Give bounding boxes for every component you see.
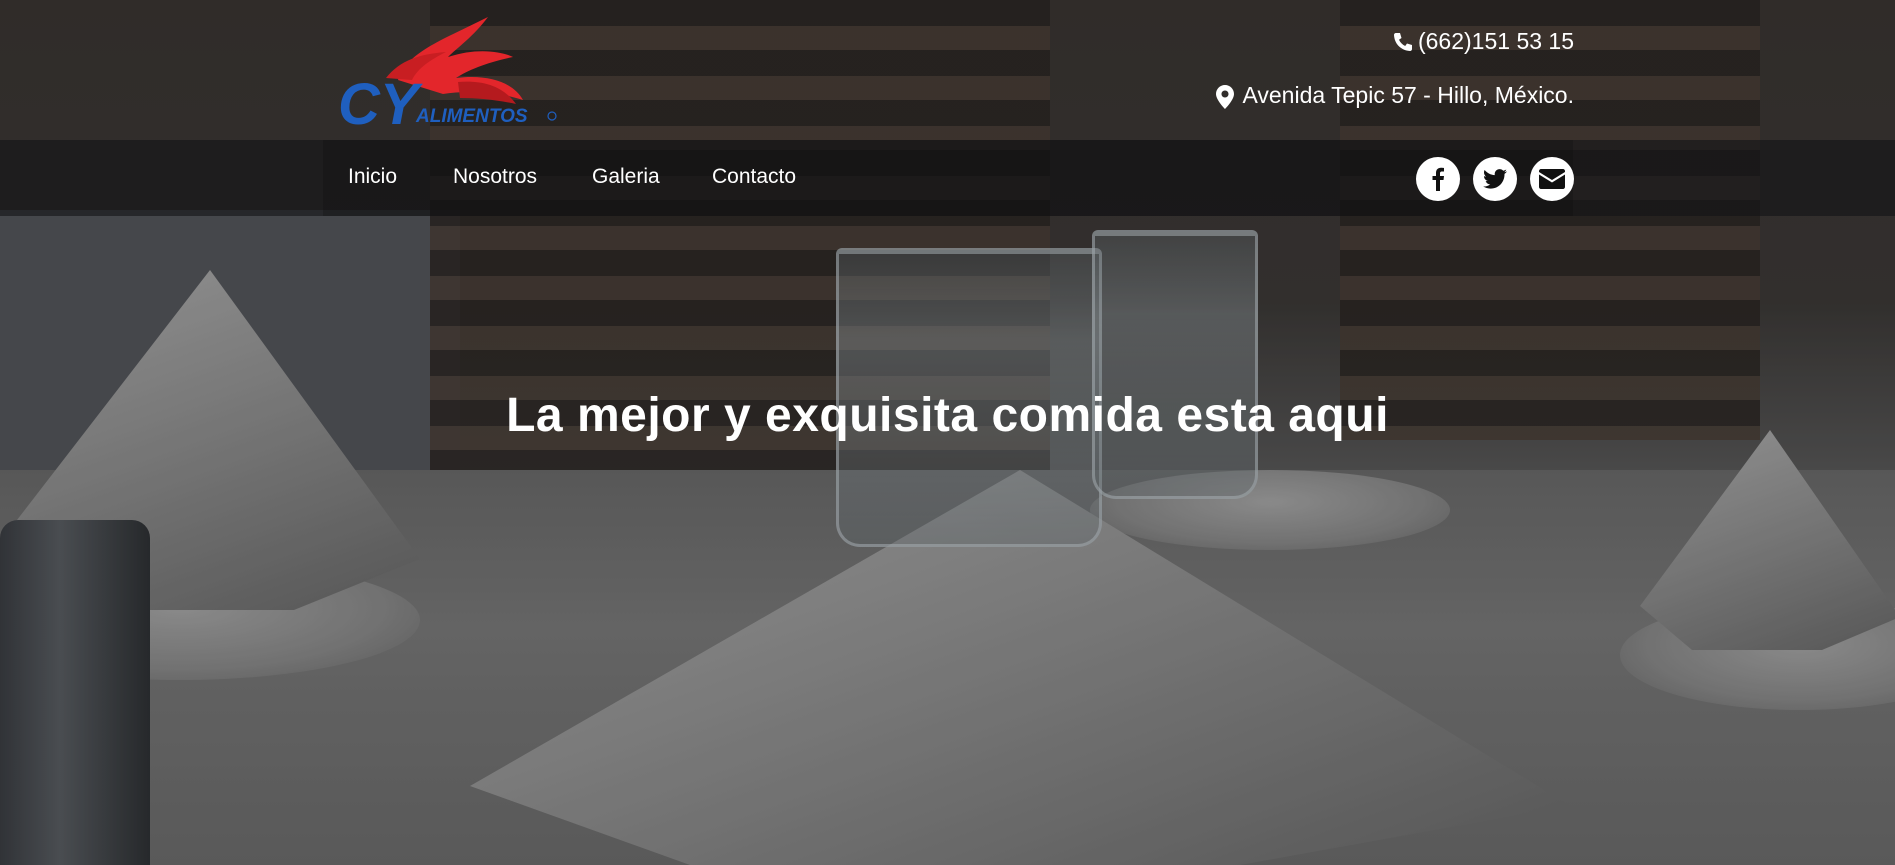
- envelope-icon: [1539, 169, 1565, 189]
- nav-item-inicio[interactable]: Inicio: [348, 165, 397, 189]
- nav-item-galeria[interactable]: Galeria: [592, 165, 660, 189]
- email-button[interactable]: [1530, 157, 1574, 201]
- address-text: Avenida Tepic 57 - Hillo, México.: [1242, 82, 1574, 108]
- phone-number: (662)151 53 15: [1417, 28, 1574, 54]
- twitter-icon: [1483, 169, 1507, 189]
- address-contact: Avenida Tepic 57 - Hillo, México.: [1216, 82, 1574, 109]
- hero-title: La mejor y exquisita comida esta aqui: [506, 389, 1389, 442]
- cy-alimentos-logo[interactable]: CY ALIMENTOS: [338, 12, 560, 132]
- svg-text:CY: CY: [338, 72, 424, 132]
- nav-item-contacto[interactable]: Contacto: [712, 165, 796, 189]
- phone-icon: [1392, 31, 1412, 53]
- main-navigation: [0, 140, 1895, 216]
- phone-contact: (662)151 53 15: [1392, 28, 1574, 55]
- facebook-button[interactable]: [1416, 157, 1460, 201]
- twitter-button[interactable]: [1473, 157, 1517, 201]
- site-header: CY ALIMENTOS (662)151 53 15 Avenida Tepi…: [0, 0, 1895, 140]
- svg-text:ALIMENTOS: ALIMENTOS: [415, 106, 528, 127]
- map-marker-icon: [1216, 84, 1236, 109]
- facebook-icon: [1432, 167, 1444, 191]
- nav-item-nosotros[interactable]: Nosotros: [453, 165, 537, 189]
